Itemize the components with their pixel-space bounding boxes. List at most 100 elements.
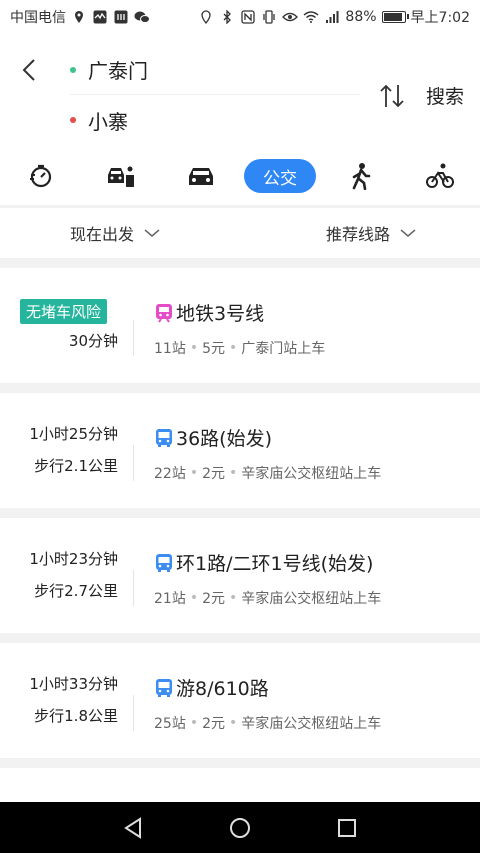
taxi-combo-icon <box>108 166 134 187</box>
bus-icon <box>154 553 174 573</box>
route-card-partial[interactable] <box>0 768 480 802</box>
bluetooth-icon <box>219 9 235 25</box>
route-meta: 25站 • 2元 • 辛家庙公交枢纽站上车 <box>154 713 381 733</box>
route-board: 辛家庙公交枢纽站上车 <box>241 591 382 607</box>
transport-mode-tabs: 公交 <box>0 150 480 205</box>
car-icon <box>189 168 213 185</box>
nav-recents-button[interactable] <box>335 816 359 840</box>
route-line: 环1路/二环1号线(始发) <box>154 549 373 576</box>
app-notification-icon <box>113 9 129 25</box>
no-traffic-badge: 无堵车风险 <box>20 299 108 324</box>
chevron-down-icon <box>400 229 416 237</box>
strategy-label: 推荐线路 <box>326 225 391 244</box>
tab-bus[interactable]: 公交 <box>244 159 316 193</box>
route-line: 游8/610路 <box>154 674 269 701</box>
back-button[interactable] <box>14 52 44 88</box>
end-label: 小寨 <box>88 109 128 134</box>
separator-dot: • <box>229 715 238 731</box>
route-stops: 22站 <box>154 466 186 482</box>
vibrate-icon <box>261 9 277 25</box>
wechat-icon <box>134 9 150 25</box>
carrier-label: 中国电信 <box>10 10 66 26</box>
route-card[interactable]: 1小时23分钟 步行2.7公里 环1路/二环1号线(始发) 21站 • 2元 •… <box>0 518 480 633</box>
subway-icon <box>154 303 174 323</box>
separator-dot: • <box>189 590 199 606</box>
route-line-name: 环1路/二环1号线(始发) <box>176 553 374 575</box>
route-duration: 1小时25分钟 <box>29 425 118 443</box>
route-card[interactable]: 无堵车风险 30分钟 地铁3号线 11站 • 5元 • 广泰门站上车 <box>0 268 480 383</box>
route-walk-distance: 步行1.8公里 <box>34 707 118 725</box>
route-line-name: 地铁3号线 <box>176 303 265 325</box>
route-line: 36路(始发) <box>154 424 272 451</box>
search-button[interactable]: 搜索 <box>426 82 464 109</box>
route-walk-distance: 步行2.7公里 <box>34 582 118 600</box>
chevron-down-icon <box>144 229 160 237</box>
circle-home-icon <box>230 818 250 838</box>
separator-dot: • <box>189 340 199 356</box>
route-duration: 30分钟 <box>68 332 118 350</box>
route-line: 地铁3号线 <box>154 299 264 326</box>
tab-bus-label: 公交 <box>263 168 297 189</box>
signal-icon <box>324 9 340 25</box>
route-price: 5元 <box>202 341 226 357</box>
chevron-left-icon <box>22 59 35 81</box>
departure-label: 现在出发 <box>70 225 135 244</box>
route-meta: 21站 • 2元 • 辛家庙公交枢纽站上车 <box>154 588 381 608</box>
battery-percent: 88% <box>345 9 377 25</box>
route-stops: 21站 <box>154 591 186 607</box>
swap-button[interactable] <box>376 80 408 112</box>
route-stops: 25站 <box>154 716 186 732</box>
route-card[interactable]: 1小时33分钟 步行1.8公里 游8/610路 25站 • 2元 • 辛家庙公交… <box>0 643 480 758</box>
battery-icon <box>381 11 409 23</box>
bus-icon <box>154 678 174 698</box>
separator-dot: • <box>229 340 238 356</box>
route-price: 2元 <box>202 716 226 732</box>
end-field[interactable]: 小寨 <box>70 95 360 145</box>
route-board: 广泰门站上车 <box>241 341 326 357</box>
route-stops: 11站 <box>154 341 186 357</box>
status-bar: 中国电信 88% 早上7:02 <box>0 0 480 34</box>
route-price: 2元 <box>202 591 226 607</box>
system-nav-bar <box>0 802 480 853</box>
tab-taxi-combo[interactable] <box>104 159 136 193</box>
end-dot-icon <box>70 117 76 123</box>
route-duration: 1小时33分钟 <box>29 675 118 693</box>
start-label: 广泰门 <box>88 59 148 83</box>
walk-icon <box>352 163 371 190</box>
route-header: 广泰门 小寨 搜索 <box>0 34 480 150</box>
start-field[interactable]: 广泰门 <box>70 45 360 95</box>
nav-home-button[interactable] <box>228 816 252 840</box>
nfc-icon <box>240 9 256 25</box>
route-meta: 11站 • 5元 • 广泰门站上车 <box>154 338 325 358</box>
route-board: 辛家庙公交枢纽站上车 <box>241 466 382 482</box>
divider <box>133 695 134 731</box>
route-board: 辛家庙公交枢纽站上车 <box>241 716 382 732</box>
route-line-name: 36路(始发) <box>176 428 273 450</box>
strategy-dropdown[interactable]: 推荐线路 <box>326 208 416 258</box>
location-pin-icon <box>71 9 87 25</box>
divider <box>133 445 134 481</box>
bus-icon <box>154 428 174 448</box>
route-price: 2元 <box>202 466 226 482</box>
activity-icon <box>92 9 108 25</box>
tab-walk[interactable] <box>348 159 374 193</box>
square-recents-icon <box>338 819 356 837</box>
divider <box>133 320 134 356</box>
bike-icon <box>426 163 454 188</box>
clock: 早上7:02 <box>410 10 470 26</box>
timer-icon <box>30 164 52 188</box>
departure-time-dropdown[interactable]: 现在出发 <box>70 208 160 258</box>
triangle-back-icon <box>124 817 141 839</box>
tab-car[interactable] <box>186 159 216 193</box>
route-walk-distance: 步行2.1公里 <box>34 457 118 475</box>
gps-icon <box>198 9 214 25</box>
start-dot-icon <box>70 66 76 73</box>
tab-timer[interactable] <box>26 159 56 193</box>
nav-back-button[interactable] <box>121 816 145 840</box>
tab-bike[interactable] <box>426 159 454 193</box>
filter-bar: 现在出发 推荐线路 <box>0 208 480 258</box>
separator-dot: • <box>189 715 199 731</box>
separator-dot: • <box>189 465 199 481</box>
route-card[interactable]: 1小时25分钟 步行2.1公里 36路(始发) 22站 • 2元 • 辛家庙公交… <box>0 393 480 508</box>
separator-dot: • <box>229 465 238 481</box>
